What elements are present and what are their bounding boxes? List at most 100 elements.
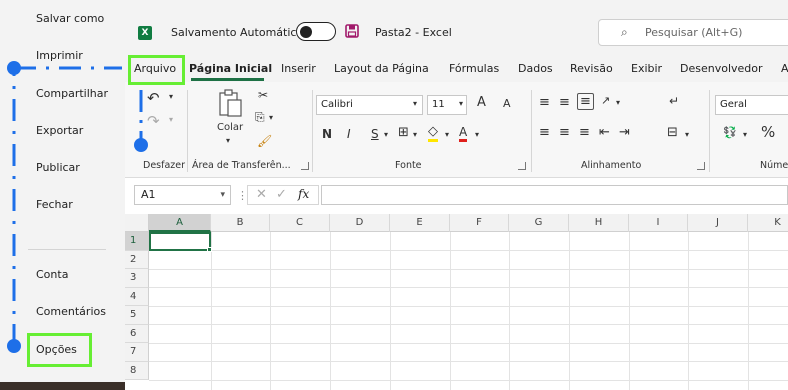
tab-overflow[interactable]: A	[781, 62, 788, 75]
column-header[interactable]: C	[270, 214, 330, 232]
menu-feedback[interactable]: Comentários	[36, 305, 106, 318]
merge-center-icon[interactable]: ⊟	[667, 125, 678, 140]
menu-options[interactable]: Opções	[36, 343, 77, 356]
column-header[interactable]: H	[569, 214, 629, 232]
active-cell[interactable]	[149, 232, 211, 251]
fill-color-dropdown-icon[interactable]: ▾	[445, 130, 449, 139]
autosave-toggle[interactable]	[296, 22, 336, 41]
menu-publish[interactable]: Publicar	[36, 161, 80, 174]
alignment-launcher-icon[interactable]	[697, 162, 705, 170]
tab-home[interactable]: Página Inicial	[189, 62, 272, 75]
redo-icon[interactable]: ↷	[147, 112, 160, 130]
row-header[interactable]: 3	[125, 269, 149, 288]
row-header[interactable]: 8	[125, 361, 149, 380]
font-color-icon[interactable]: A	[459, 125, 468, 142]
column-header[interactable]: F	[450, 214, 509, 232]
column-header[interactable]: E	[390, 214, 450, 232]
fill-handle[interactable]	[207, 247, 212, 252]
search-box[interactable]: ⌕	[598, 19, 788, 46]
currency-dropdown-icon[interactable]: ▾	[743, 130, 747, 139]
number-format-box[interactable]: Geral	[715, 95, 788, 115]
spreadsheet-grid[interactable]: A B C D E F G H I J K 1 2 3 4 5 6 7 8	[125, 214, 788, 390]
currency-icon[interactable]: 💱	[723, 126, 737, 139]
column-header[interactable]: D	[330, 214, 390, 232]
align-left-icon[interactable]: ≡	[539, 125, 550, 140]
clipboard-launcher-icon[interactable]	[301, 162, 309, 170]
menu-close[interactable]: Fechar	[36, 198, 73, 211]
row-header[interactable]: 4	[125, 287, 149, 306]
percent-button[interactable]: %	[761, 123, 775, 141]
formula-buttons: ✕ ✓ fx	[247, 185, 319, 205]
font-name-dropdown-icon[interactable]: ▾	[413, 99, 417, 108]
align-top-icon[interactable]: ≡	[539, 95, 550, 110]
merge-dropdown-icon[interactable]: ▾	[685, 130, 689, 139]
tab-page-layout[interactable]: Layout da Página	[334, 62, 429, 75]
insert-function-icon[interactable]: fx	[298, 187, 309, 201]
align-right-icon[interactable]: ≡	[579, 125, 590, 140]
undo-icon[interactable]: ↶	[147, 89, 160, 107]
row-header[interactable]: 2	[125, 250, 149, 269]
font-launcher-icon[interactable]	[518, 162, 526, 170]
column-header[interactable]: J	[688, 214, 748, 232]
name-box-dropdown-icon[interactable]: ▾	[220, 186, 225, 204]
font-name-box[interactable]: Calibri	[316, 95, 423, 115]
underline-button[interactable]: S	[371, 127, 379, 141]
paste-icon[interactable]	[217, 88, 243, 118]
column-header[interactable]: B	[211, 214, 270, 232]
orientation-dropdown-icon[interactable]: ▾	[616, 98, 620, 107]
decrease-indent-icon[interactable]: ⇤	[599, 125, 610, 140]
tab-review[interactable]: Revisão	[570, 62, 613, 75]
grow-font-icon[interactable]: A	[477, 95, 486, 110]
row-header[interactable]: 6	[125, 324, 149, 343]
increase-indent-icon[interactable]: ⇥	[619, 125, 630, 140]
gridline	[149, 379, 788, 381]
menu-account[interactable]: Conta	[36, 268, 68, 281]
cut-icon[interactable]: ✂	[258, 88, 268, 102]
shrink-font-icon[interactable]: A	[503, 97, 511, 110]
align-middle-icon[interactable]: ≡	[559, 95, 570, 110]
align-bottom-icon[interactable]: ≡	[577, 93, 594, 110]
save-icon[interactable]	[345, 24, 359, 38]
undo-dropdown-icon[interactable]: ▾	[169, 92, 173, 101]
copy-icon[interactable]: ⎘	[255, 110, 265, 125]
tab-developer[interactable]: Desenvolvedor	[680, 62, 763, 75]
menu-save-as[interactable]: Salvar como	[36, 12, 104, 25]
row-header[interactable]: 5	[125, 306, 149, 325]
column-header[interactable]: K	[748, 214, 788, 232]
italic-button[interactable]: I	[347, 127, 351, 141]
paste-dropdown-icon[interactable]: ▾	[226, 136, 230, 145]
group-separator	[709, 90, 710, 172]
fill-color-icon[interactable]: ◇	[428, 125, 438, 142]
name-box[interactable]: A1 ▾	[134, 185, 231, 205]
row-header[interactable]: 7	[125, 343, 149, 362]
document-title: Pasta2 - Excel	[375, 26, 452, 39]
gridline	[569, 232, 570, 390]
font-color-dropdown-icon[interactable]: ▾	[475, 130, 479, 139]
borders-icon[interactable]: ⊞	[398, 125, 409, 140]
copy-dropdown-icon[interactable]: ▾	[269, 113, 273, 122]
column-header[interactable]: I	[629, 214, 688, 232]
tab-insert[interactable]: Inserir	[281, 62, 316, 75]
column-header[interactable]: A	[149, 214, 211, 232]
search-input[interactable]	[645, 26, 788, 39]
tab-file[interactable]: Arquivo	[134, 62, 176, 75]
paste-label[interactable]: Colar	[217, 122, 243, 133]
format-painter-icon[interactable]: 🖌	[257, 134, 272, 148]
bold-button[interactable]: N	[322, 127, 332, 141]
font-size-dropdown-icon[interactable]: ▾	[459, 99, 463, 108]
menu-print[interactable]: Imprimir	[36, 49, 83, 62]
column-header[interactable]: G	[509, 214, 569, 232]
tab-formulas[interactable]: Fórmulas	[449, 62, 499, 75]
formula-input[interactable]	[321, 185, 788, 205]
underline-dropdown-icon[interactable]: ▾	[384, 130, 388, 139]
borders-dropdown-icon[interactable]: ▾	[413, 130, 417, 139]
select-all-button[interactable]	[125, 214, 149, 232]
menu-share[interactable]: Compartilhar	[36, 87, 108, 100]
tab-view[interactable]: Exibir	[631, 62, 662, 75]
tab-data[interactable]: Dados	[518, 62, 553, 75]
wrap-text-icon[interactable]: ↵	[669, 94, 679, 108]
row-header[interactable]: 1	[125, 232, 149, 251]
menu-export[interactable]: Exportar	[36, 124, 83, 137]
align-center-icon[interactable]: ≡	[559, 125, 570, 140]
orientation-icon[interactable]: ↗	[601, 94, 610, 107]
